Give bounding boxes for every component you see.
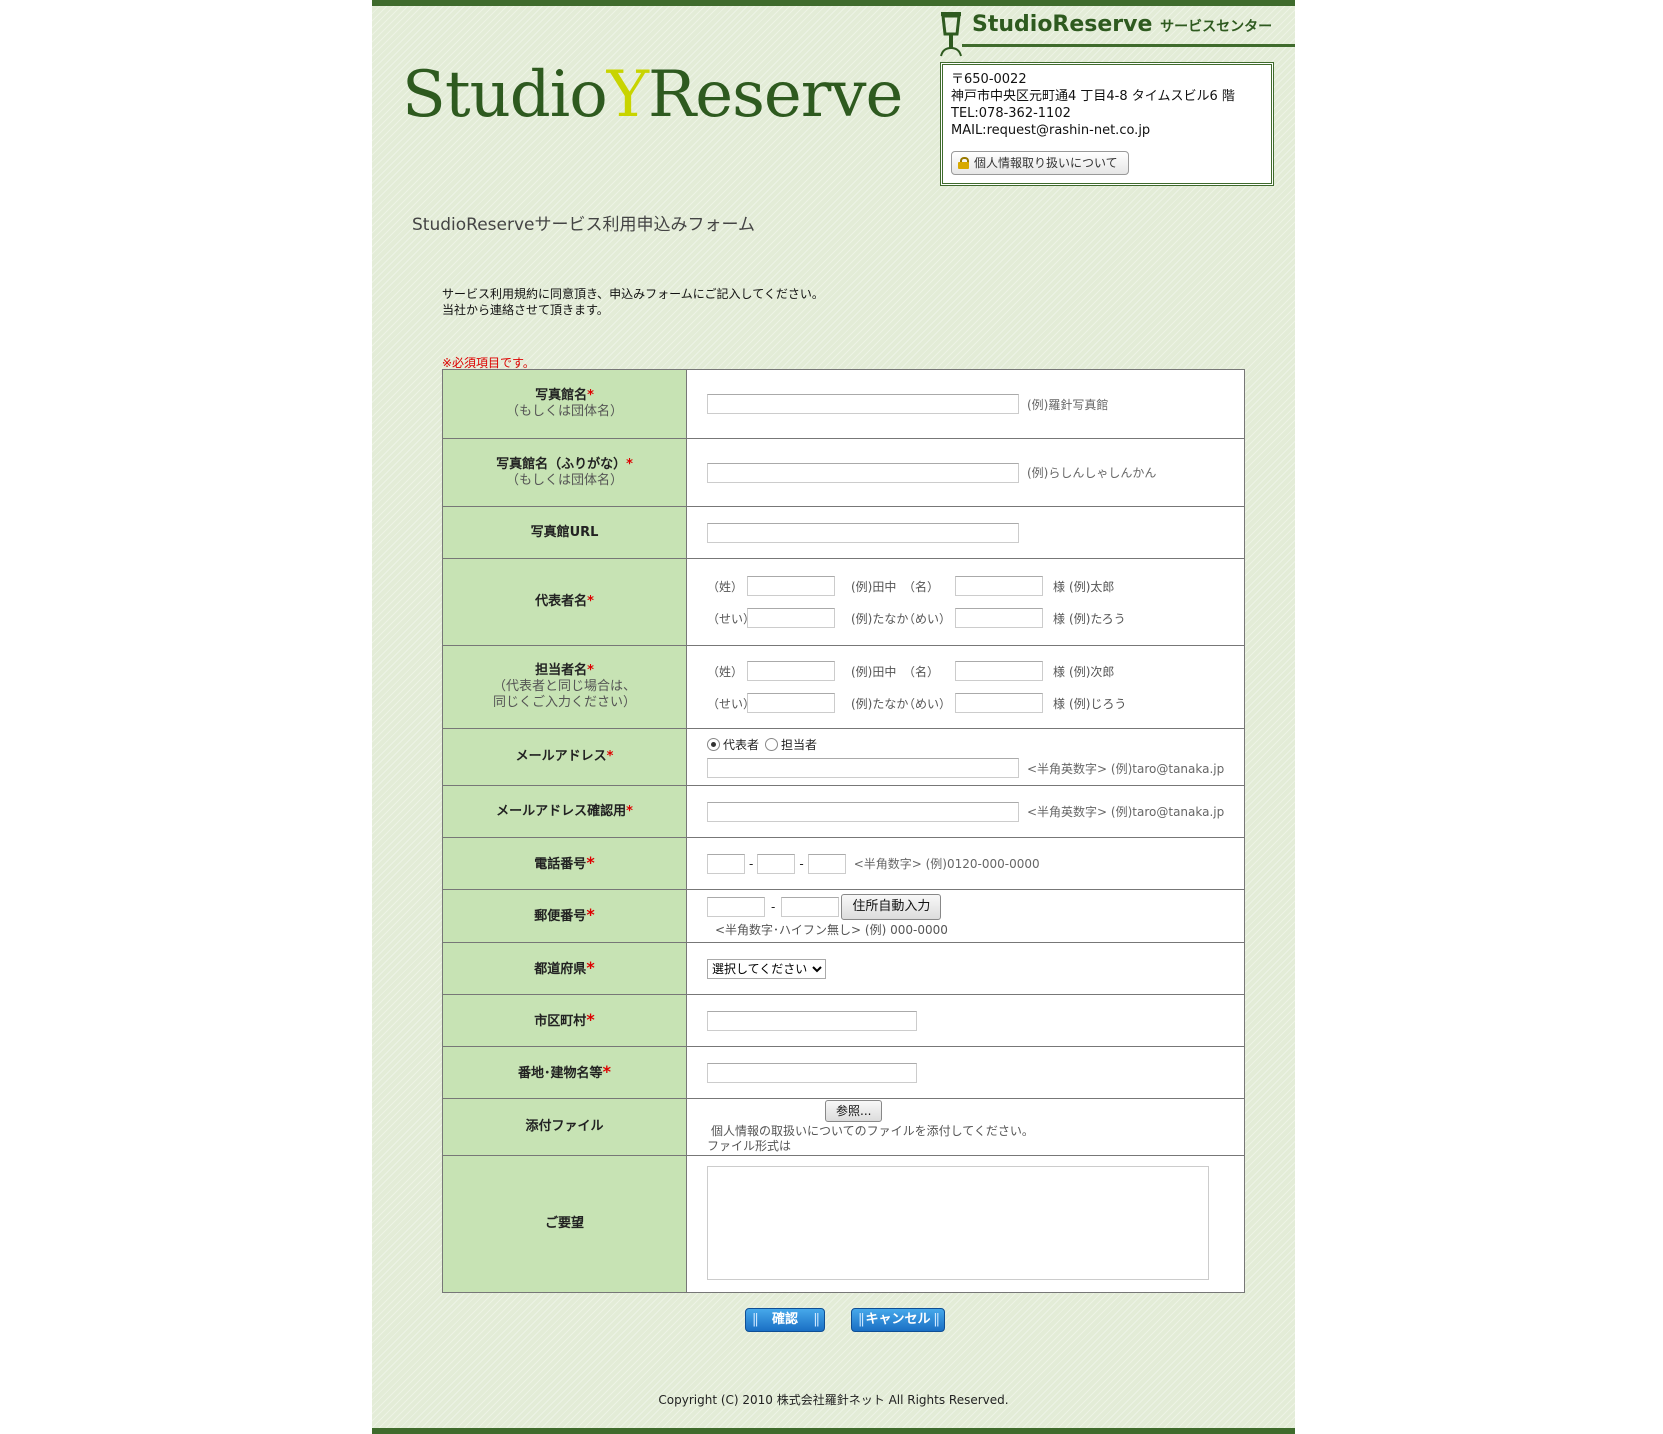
table-row: ご要望 — [442, 1155, 1245, 1293]
rep-sei-kana-input[interactable] — [747, 608, 835, 628]
table-row: 担当者名* （代表者と同じ場合は、 同じくご入力ください） （姓） (例)田中 … — [442, 645, 1245, 729]
intro-text: サービス利用規約に同意頂き、申込みフォームにご記入してください。 当社から連絡さ… — [442, 287, 824, 317]
studio-kana-label: 写真館名（ふりがな） — [496, 456, 627, 472]
contact-tel: TEL:078-362-1102 — [951, 106, 1071, 121]
street-label: 番地･建物名等 — [518, 1065, 603, 1081]
email-radio-representative[interactable] — [707, 738, 720, 751]
studio-url-input[interactable] — [707, 522, 1019, 543]
sprout-icon: Y — [606, 58, 649, 132]
table-row: 電話番号* - - <半角数字> (例)0120-000-0000 — [442, 837, 1245, 890]
phone-part1-input[interactable] — [707, 853, 745, 874]
phone-part2-input[interactable] — [757, 853, 796, 874]
request-label: ご要望 — [544, 1216, 584, 1231]
page-title: StudioReserveサービス利用申込みフォーム — [412, 215, 755, 235]
page-container: StudioYReserve StudioReserve サービスセンター 〒6… — [372, 0, 1295, 1434]
attachment-note: 個人情報の取扱いについてのファイルを添付してください。 — [711, 1124, 1034, 1138]
contact-mail: MAIL:request@rashin-net.co.jp — [951, 123, 1151, 138]
application-form-table: 写真館名* （もしくは団体名） (例)羅針写真館 写真館名（ふりがな）* （もし… — [442, 369, 1245, 1293]
postal-part2-input[interactable] — [781, 897, 840, 917]
logo-text-left: Studio — [402, 58, 608, 132]
postal-example: <半角数字･ハイフン無し> (例) 000-0000 — [715, 923, 948, 937]
contact-mei-kana-input[interactable] — [955, 693, 1043, 713]
email-input[interactable] — [707, 758, 1019, 778]
table-row: 番地･建物名等* — [442, 1046, 1245, 1099]
phone-label: 電話番号 — [534, 856, 587, 872]
table-row: 代表者名* （姓） (例)田中 （名） 様 (例)太郎 （せい） (例)たなか … — [442, 558, 1245, 646]
postal-part1-input[interactable] — [707, 897, 765, 917]
city-label: 市区町村 — [534, 1013, 587, 1029]
table-row: 市区町村* — [442, 994, 1245, 1047]
table-row: メールアドレス確認用* <半角英数字> (例)taro@tanaka.jp — [442, 785, 1245, 838]
email-label: メールアドレス — [515, 749, 607, 764]
table-row: 写真館名（ふりがな）* （もしくは団体名） (例)らしんしゃしんかん — [442, 438, 1245, 507]
postal-code-label: 郵便番号 — [534, 909, 587, 924]
rep-sei-input[interactable] — [747, 576, 835, 596]
table-row: メールアドレス* 代表者 担当者 <半角英数字> (例)taro@tanaka.… — [442, 728, 1245, 786]
rep-mei-input[interactable] — [955, 576, 1043, 596]
prefecture-label: 都道府県 — [534, 961, 587, 977]
city-input[interactable] — [707, 1010, 917, 1031]
contact-sei-kana-input[interactable] — [747, 693, 835, 713]
logo-text-right: Reserve — [648, 58, 903, 132]
representative-label: 代表者名 — [535, 594, 588, 609]
table-row: 都道府県* 選択してください — [442, 942, 1245, 995]
email-confirm-input[interactable] — [707, 801, 1019, 822]
privacy-policy-button[interactable]: 個人情報取り扱いについて — [951, 151, 1129, 175]
lock-icon — [958, 157, 969, 169]
contact-mei-input[interactable] — [955, 661, 1043, 681]
request-textarea[interactable] — [707, 1165, 1209, 1280]
table-row: 写真館URL — [442, 506, 1245, 559]
studio-url-label: 写真館URL — [530, 524, 599, 540]
attachment-format-note: ファイル形式は — [707, 1139, 792, 1153]
phone-part3-input[interactable] — [807, 853, 846, 874]
contact-sei-input[interactable] — [747, 661, 835, 681]
attachment-label: 添付ファイル — [525, 1119, 604, 1134]
prefecture-select[interactable]: 選択してください — [707, 958, 826, 979]
contact-address: 神戸市中央区元町通4 丁目4-8 タイムスビル6 階 — [951, 89, 1235, 104]
service-center-title: StudioReserve サービスセンター — [972, 12, 1273, 37]
rep-mei-kana-input[interactable] — [955, 608, 1043, 628]
studio-kana-input[interactable] — [707, 462, 1019, 483]
studio-name-input[interactable] — [707, 394, 1019, 414]
copyright: Copyright (C) 2010 株式会社羅針ネット All Rights … — [658, 1393, 1009, 1407]
contact-info-box: 〒650-0022 神戸市中央区元町通4 丁目4-8 タイムスビル6 階 TEL… — [940, 62, 1274, 186]
browse-file-button[interactable]: 参照... — [825, 1100, 883, 1122]
header-divider — [962, 44, 1295, 47]
table-row: 添付ファイル 参照... 個人情報の取扱いについてのファイルを添付してください。… — [442, 1098, 1245, 1156]
confirm-button[interactable]: 確認 — [745, 1308, 825, 1332]
table-row: 郵便番号* - 住所自動入力 <半角数字･ハイフン無し> (例) 000-000… — [442, 889, 1245, 943]
street-input[interactable] — [707, 1062, 917, 1083]
studio-name-label: 写真館名 — [535, 388, 588, 403]
auto-address-button[interactable]: 住所自動入力 — [841, 894, 942, 920]
file-path-display — [707, 1101, 825, 1121]
table-row: 写真館名* （もしくは団体名） (例)羅針写真館 — [442, 369, 1245, 439]
email-confirm-label: メールアドレス確認用 — [496, 803, 627, 819]
contact-person-label: 担当者名 — [535, 663, 588, 678]
email-radio-contact[interactable] — [765, 738, 779, 751]
contact-postal: 〒650-0022 — [951, 72, 1027, 87]
cancel-button[interactable]: キャンセル — [851, 1308, 945, 1332]
